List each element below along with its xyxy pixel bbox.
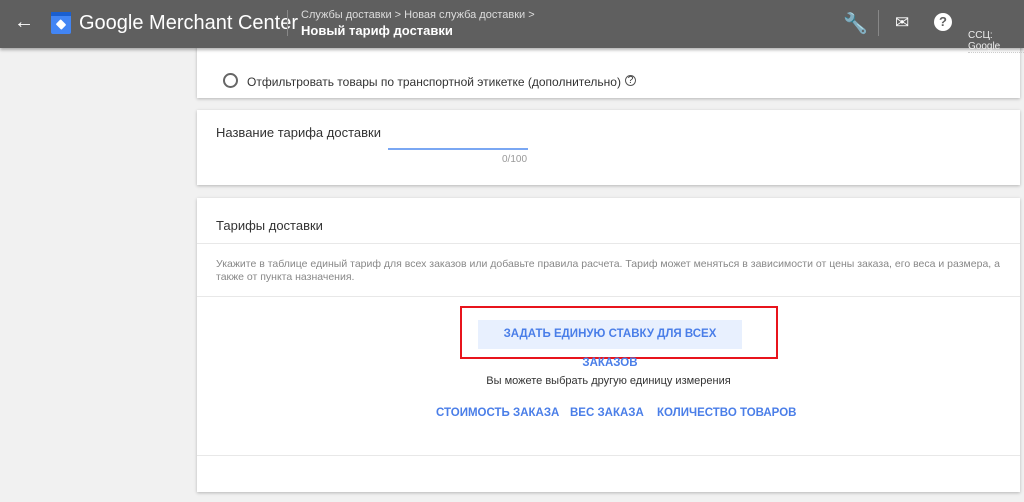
filter-label: Отфильтровать товары по транспортной эти…: [247, 75, 621, 89]
rate-name-input[interactable]: [388, 130, 528, 150]
page-title: Новый тариф доставки: [301, 23, 453, 38]
rates-card: Тарифы доставки Укажите в таблице единый…: [197, 198, 1020, 492]
back-arrow-icon[interactable]: ←: [14, 11, 34, 34]
breadcrumb[interactable]: Службы доставки > Новая служба доставки …: [301, 9, 535, 21]
divider: [197, 243, 1020, 244]
account-label[interactable]: ССЦ: Google: [968, 30, 1024, 53]
merchant-center-logo-icon: [51, 12, 71, 34]
mail-icon[interactable]: ✉: [895, 13, 909, 33]
set-single-rate-button[interactable]: ЗАДАТЬ ЕДИНУЮ СТАВКУ ДЛЯ ВСЕХ ЗАКАЗОВ: [478, 320, 742, 369]
filter-card: Отфильтровать товары по транспортной эти…: [197, 40, 1020, 98]
name-card: Название тарифа доставки 0/100: [197, 110, 1020, 185]
char-counter: 0/100: [502, 154, 528, 165]
name-label: Название тарифа доставки: [216, 125, 381, 140]
item-count-button[interactable]: КОЛИЧЕСТВО ТОВАРОВ: [657, 407, 796, 419]
divider: [287, 10, 288, 36]
brand-name: Google Merchant Center: [79, 12, 299, 34]
rates-title: Тарифы доставки: [216, 218, 323, 233]
top-app-bar: ← Google Merchant Center Службы доставки…: [0, 0, 1024, 53]
divider: [878, 10, 879, 36]
wrench-icon[interactable]: 🔧: [843, 11, 868, 36]
filter-radio[interactable]: [223, 73, 238, 88]
order-weight-button[interactable]: ВЕС ЗАКАЗА: [570, 407, 644, 419]
divider: [197, 296, 1020, 297]
order-price-button[interactable]: СТОИМОСТЬ ЗАКАЗА: [436, 407, 559, 419]
help-circle-icon[interactable]: ?: [624, 75, 636, 86]
divider: [197, 455, 1020, 456]
help-icon[interactable]: ?: [934, 13, 952, 31]
rates-description: Укажите в таблице единый тариф для всех …: [216, 258, 1000, 283]
unit-hint: Вы можете выбрать другую единицу измерен…: [486, 375, 731, 387]
